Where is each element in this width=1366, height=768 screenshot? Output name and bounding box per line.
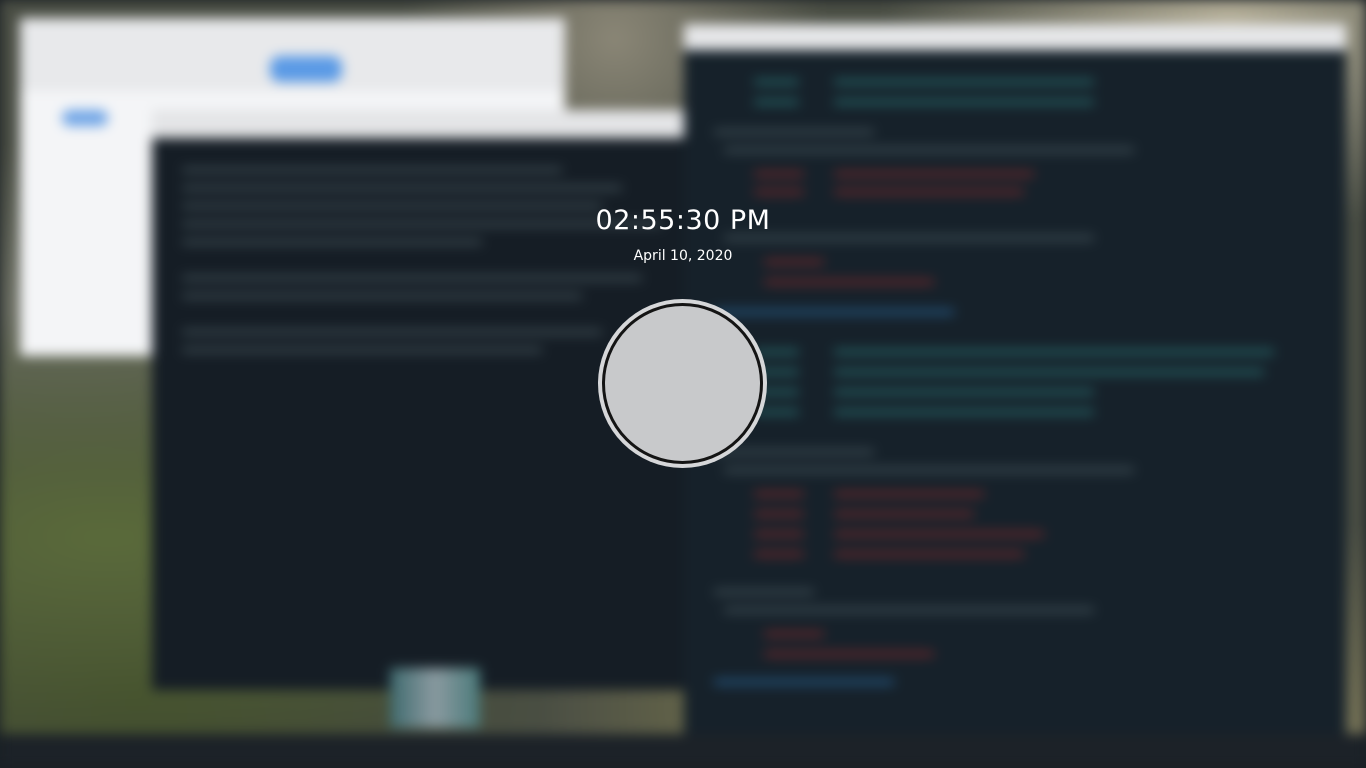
unlock-circle-inner[interactable] — [602, 303, 763, 464]
lock-screen: 02:55:30 PM April 10, 2020 — [0, 0, 1366, 768]
lock-clock: 02:55:30 PM — [595, 205, 771, 236]
unlock-circle-icon[interactable] — [598, 299, 767, 468]
lock-date: April 10, 2020 — [633, 248, 733, 264]
lock-overlay: 02:55:30 PM April 10, 2020 — [0, 0, 1366, 768]
